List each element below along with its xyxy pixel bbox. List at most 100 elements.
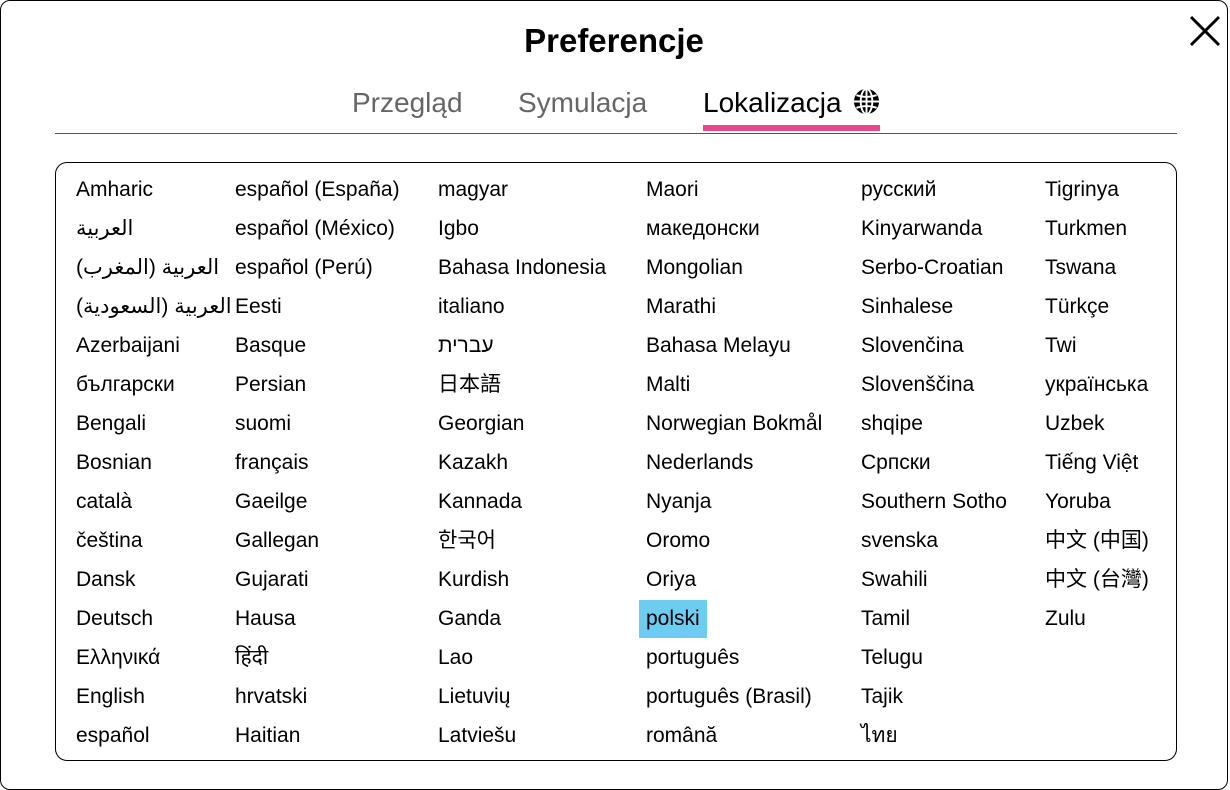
language-option[interactable]: Marathi — [646, 288, 829, 327]
language-option[interactable]: Eesti — [235, 288, 407, 327]
language-option[interactable]: العربية (السعودية) — [76, 288, 239, 327]
language-option[interactable]: español (México) — [235, 210, 407, 249]
language-option[interactable]: Maori — [646, 171, 829, 210]
language-option[interactable]: Norwegian Bokmål — [646, 405, 829, 444]
tab-simulation[interactable]: Symulacja — [518, 85, 647, 121]
language-option[interactable]: Georgian — [438, 405, 613, 444]
language-option[interactable]: български — [76, 366, 239, 405]
language-label: Gaeilge — [235, 490, 308, 513]
language-option[interactable]: Tiếng Việt — [1045, 444, 1156, 483]
language-option[interactable]: español (Perú) — [235, 249, 407, 288]
language-option[interactable]: Lao — [438, 639, 613, 678]
language-option[interactable]: Gujarati — [235, 561, 407, 600]
language-option[interactable]: italiano — [438, 288, 613, 327]
language-option[interactable]: română — [646, 717, 829, 756]
language-option[interactable]: Oriya — [646, 561, 829, 600]
language-option[interactable]: Haitian — [235, 717, 407, 756]
language-option[interactable]: العربية (المغرب) — [76, 249, 239, 288]
language-option[interactable]: 中文 (台灣) — [1045, 561, 1156, 600]
language-option[interactable]: Igbo — [438, 210, 613, 249]
language-option[interactable]: Uzbek — [1045, 405, 1156, 444]
language-option[interactable]: Nederlands — [646, 444, 829, 483]
language-option[interactable]: Tajik — [861, 678, 1014, 717]
language-option[interactable]: Latviešu — [438, 717, 613, 756]
language-option[interactable]: español — [76, 717, 239, 756]
language-option[interactable]: Bahasa Melayu — [646, 327, 829, 366]
language-option[interactable]: Yoruba — [1045, 483, 1156, 522]
language-option[interactable]: עברית — [438, 327, 613, 366]
language-option[interactable]: 日本語 — [438, 366, 613, 405]
language-option[interactable]: Basque — [235, 327, 407, 366]
language-option[interactable]: Malti — [646, 366, 829, 405]
language-option[interactable]: русский — [861, 171, 1014, 210]
language-label: Lietuvių — [438, 685, 511, 708]
language-option[interactable]: 中文 (中国) — [1045, 522, 1156, 561]
language-option[interactable]: Kazakh — [438, 444, 613, 483]
language-option[interactable]: português (Brasil) — [646, 678, 829, 717]
language-option[interactable]: Turkmen — [1045, 210, 1156, 249]
language-option[interactable]: Gaeilge — [235, 483, 407, 522]
language-option[interactable]: català — [76, 483, 239, 522]
language-option[interactable]: magyar — [438, 171, 613, 210]
language-option[interactable]: Gallegan — [235, 522, 407, 561]
language-option[interactable]: shqipe — [861, 405, 1014, 444]
language-option[interactable]: Kinyarwanda — [861, 210, 1014, 249]
language-option[interactable]: Mongolian — [646, 249, 829, 288]
language-option[interactable]: Dansk — [76, 561, 239, 600]
tab-localization[interactable]: Lokalizacja — [703, 85, 881, 121]
language-option[interactable]: Sinhalese — [861, 288, 1014, 327]
language-label: Bahasa Melayu — [646, 334, 791, 357]
language-option[interactable]: Bosnian — [76, 444, 239, 483]
language-option[interactable]: Oromo — [646, 522, 829, 561]
language-option[interactable]: Twi — [1045, 327, 1156, 366]
language-label: Tswana — [1045, 256, 1117, 279]
language-option[interactable]: Kannada — [438, 483, 613, 522]
language-label: Haitian — [235, 724, 301, 747]
language-option[interactable]: Telugu — [861, 639, 1014, 678]
language-option[interactable]: ไทย — [861, 717, 1014, 756]
language-option[interactable]: svenska — [861, 522, 1014, 561]
language-option[interactable]: hrvatski — [235, 678, 407, 717]
language-option[interactable]: Tigrinya — [1045, 171, 1156, 210]
language-option[interactable]: Bengali — [76, 405, 239, 444]
language-option[interactable]: Hausa — [235, 600, 407, 639]
tab-overview[interactable]: Przegląd — [352, 85, 463, 121]
language-option[interactable]: Bahasa Indonesia — [438, 249, 613, 288]
language-option[interactable]: Southern Sotho — [861, 483, 1014, 522]
language-option[interactable]: Amharic — [76, 171, 239, 210]
close-button[interactable] — [1187, 13, 1223, 49]
language-option[interactable]: suomi — [235, 405, 407, 444]
language-option[interactable]: Nyanja — [646, 483, 829, 522]
language-label: עברית — [438, 334, 494, 357]
language-option[interactable]: Deutsch — [76, 600, 239, 639]
language-option[interactable]: Türkçe — [1045, 288, 1156, 327]
language-option[interactable]: čeština — [76, 522, 239, 561]
language-option[interactable]: Српски — [861, 444, 1014, 483]
language-option[interactable]: Kurdish — [438, 561, 613, 600]
language-option[interactable]: Serbo-Croatian — [861, 249, 1014, 288]
language-option[interactable]: English — [76, 678, 239, 717]
language-option[interactable]: українська — [1045, 366, 1156, 405]
language-option[interactable]: Zulu — [1045, 600, 1156, 639]
language-option[interactable]: Slovenčina — [861, 327, 1014, 366]
language-option[interactable]: Tswana — [1045, 249, 1156, 288]
language-option[interactable]: Slovenščina — [861, 366, 1014, 405]
language-option-selected[interactable]: polski — [639, 600, 829, 639]
language-option[interactable]: español (España) — [235, 171, 407, 210]
language-option[interactable]: 한국어 — [438, 522, 613, 561]
language-label: Marathi — [646, 295, 717, 318]
language-option[interactable]: македонски — [646, 210, 829, 249]
language-option[interactable]: français — [235, 444, 407, 483]
language-option[interactable]: Tamil — [861, 600, 1014, 639]
language-label: Српски — [861, 451, 931, 474]
language-option[interactable]: Azerbaijani — [76, 327, 239, 366]
language-option[interactable]: Lietuvių — [438, 678, 613, 717]
language-option[interactable]: हिंदी — [235, 639, 407, 678]
language-option[interactable]: Persian — [235, 366, 407, 405]
language-option[interactable]: Ganda — [438, 600, 613, 639]
language-option[interactable]: العربية — [76, 210, 239, 249]
language-option[interactable]: português — [646, 639, 829, 678]
language-option[interactable]: Swahili — [861, 561, 1014, 600]
language-option[interactable]: Ελληνικά — [76, 639, 239, 678]
language-label: Basque — [235, 334, 307, 357]
